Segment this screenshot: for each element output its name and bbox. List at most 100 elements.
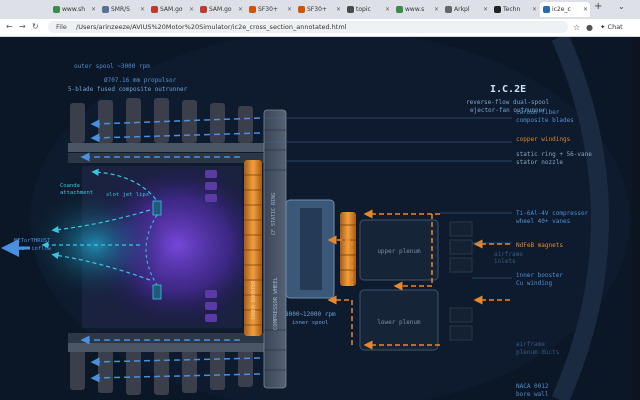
tab-label: Techn [503, 6, 521, 13]
browser-tab[interactable]: www.s ✕ [393, 2, 441, 17]
tab-label: SF30+ [307, 6, 327, 13]
exhaust-label-2: air inflow [18, 246, 52, 252]
callout-booster-1: inner booster [516, 272, 563, 279]
close-tab-icon[interactable]: ✕ [189, 2, 194, 17]
inner-spool-rpm-label: 8000~12000 rpm [285, 311, 336, 318]
engine-cross-section-diagram: upper plenum lower plenum I.C.2E reverse… [1, 37, 630, 400]
callout-plenum-2: plenum ducts [516, 349, 560, 356]
tab-favicon-icon [543, 6, 550, 13]
callout-carbon-2: composite blades [516, 117, 574, 124]
coanda-label-2: attachment [60, 190, 93, 196]
new-tab-button[interactable]: + [594, 1, 602, 12]
callout-airframe-2: inlets [494, 258, 516, 265]
tab-favicon-icon [396, 6, 403, 13]
tab-favicon-icon [445, 6, 452, 13]
browser-tab[interactable]: topic ✕ [344, 2, 392, 17]
chat-label: Chat [607, 23, 623, 31]
outer-spool-label: outer spool ~3000 rpm [74, 63, 150, 70]
chat-icon: ✦ [600, 23, 606, 31]
callout-ti-1: Ti-6Al-4V compressor [516, 210, 589, 217]
close-tab-icon[interactable]: ✕ [385, 2, 390, 17]
cf-ring-vertical-label: CF STATIC RING [271, 193, 277, 235]
back-arrow-icon[interactable]: ← [6, 21, 13, 33]
close-tab-icon[interactable]: ✕ [483, 2, 488, 17]
upper-plenum-label: upper plenum [377, 248, 421, 255]
close-tab-icon[interactable]: ✕ [532, 2, 537, 17]
tab-favicon-icon [494, 6, 501, 13]
tab-favicon-icon [298, 6, 305, 13]
browser-tab[interactable]: SMR/S ✕ [99, 2, 147, 17]
diagram-title: I.C.2E [490, 84, 526, 95]
close-tab-icon[interactable]: ✕ [287, 2, 292, 17]
callout-copper: copper windings [516, 136, 571, 143]
tab-list-chevron-icon[interactable]: ⌄ [618, 2, 625, 11]
close-tab-icon[interactable]: ✕ [238, 2, 243, 17]
tab-label: www.s [405, 6, 425, 13]
slot-jet-lip-bottom [152, 284, 162, 300]
browser-tab[interactable]: SF30+ ✕ [295, 2, 343, 17]
slot-jet-lip-top [152, 200, 162, 216]
browser-tab[interactable]: Arkpl ✕ [442, 2, 490, 17]
copper-winding-inner [340, 212, 356, 286]
address-bar[interactable]: File /Users/arinzeeze/AVIUS%20Motor%20Si… [48, 21, 568, 33]
close-tab-icon[interactable]: ✕ [140, 2, 145, 17]
profile-avatar-icon[interactable]: ● [586, 22, 593, 33]
tab-favicon-icon [200, 6, 207, 13]
tab-label: SAM.go [209, 6, 232, 13]
chat-button[interactable]: ✦ Chat [600, 22, 623, 33]
tab-label: SF30+ [258, 6, 278, 13]
reload-icon[interactable]: ↻ [32, 21, 39, 33]
close-tab-icon[interactable]: ✕ [91, 2, 96, 17]
inner-spool-label: inner spool [292, 320, 328, 326]
coanda-label-1: Coanda [60, 183, 80, 189]
browser-tab[interactable]: SF30+ ✕ [246, 2, 294, 17]
close-tab-icon[interactable]: ✕ [434, 2, 439, 17]
browser-tab[interactable]: SAM.go ✕ [197, 2, 245, 17]
tab-label: Arkpl [454, 6, 470, 13]
callout-airframe-1: airframe [494, 251, 523, 258]
tab-favicon-icon [102, 6, 109, 13]
page-scrollbar[interactable] [632, 37, 640, 400]
tab-favicon-icon [53, 6, 60, 13]
callout-carbon-1: carbon-fiber [516, 109, 560, 116]
callout-plenum-1: airframe [516, 341, 545, 348]
outer-shroud-top [68, 143, 268, 152]
callout-static-1: static ring + 56-vane [516, 151, 592, 158]
tab-label: SAM.go [160, 6, 183, 13]
browser-tab[interactable]: www.sh ✕ [50, 2, 98, 17]
outer-shroud-bottom-inner [68, 333, 268, 343]
url-scheme-label: File [56, 23, 67, 31]
callout-booster-2: Cu winding [516, 280, 553, 287]
tab-label: topic [356, 6, 371, 13]
url-text[interactable]: /Users/arinzeeze/AVIUS%20Motor%20Simulat… [76, 22, 347, 32]
callout-naca-1: NACA 0012 [516, 383, 549, 390]
tab-favicon-icon [249, 6, 256, 13]
tab-label: ic2e_c [552, 6, 571, 13]
browser-tab[interactable]: Techn ✕ [491, 2, 539, 17]
browser-tab[interactable]: SAM.go ✕ [148, 2, 196, 17]
cross-section-canvas: upper plenum lower plenum I.C.2E reverse… [0, 37, 632, 400]
exhaust-label-1: NETorTHRUST [14, 238, 51, 244]
inner-spool-core [300, 208, 322, 290]
propulsor-label-1: Ø707.16 mm propulsor [104, 77, 177, 84]
close-tab-icon[interactable]: ✕ [336, 2, 341, 17]
browser-tab-bar: www.sh ✕ SMR/S ✕ SAM.go ✕ SAM.go ✕ SF30+… [0, 0, 640, 20]
browser-tab-active[interactable]: ic2e_c ✕ [540, 2, 590, 17]
close-tab-icon[interactable]: ✕ [583, 2, 588, 17]
propulsor-label-2: 5-blade fused composite outrunner [68, 86, 188, 93]
static-ring-column [263, 109, 287, 389]
bookmark-star-icon[interactable]: ☆ [573, 22, 580, 33]
compressor-vertical-label: COMPRESSOR WHEEL [273, 276, 279, 330]
lower-plenum-label: lower plenum [377, 319, 421, 326]
tab-label: www.sh [62, 6, 86, 13]
callout-naca-2: bore wall [516, 391, 549, 398]
callout-static-2: stator nozzle [516, 159, 563, 166]
booster-vertical-label: INNER BOOSTER [251, 280, 257, 320]
browser-toolbar: ← → ↻ File /Users/arinzeeze/AVIUS%20Moto… [0, 19, 640, 37]
tab-label: SMR/S [111, 6, 130, 13]
outer-shroud-bottom [68, 343, 268, 352]
callout-ti-2: wheel 40+ vanes [516, 218, 571, 225]
forward-arrow-icon[interactable]: → [19, 21, 26, 33]
diagram-subtitle-1: reverse-flow dual-spool [466, 99, 549, 106]
callout-ndfeb: NdFeB magnets [516, 242, 563, 249]
